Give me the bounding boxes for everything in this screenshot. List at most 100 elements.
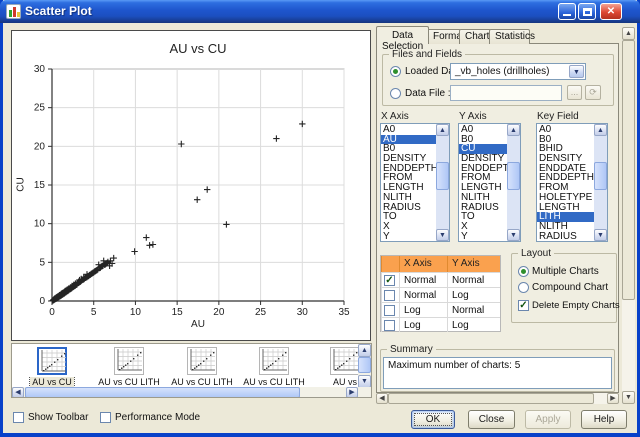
tab-page-vertical-scrollbar[interactable]: ▲ ▼ xyxy=(622,27,635,404)
chart-thumbnail-strip: AU vs CUAU vs CU LITHBasaltAU vs CU LITH… xyxy=(11,343,372,398)
scroll-up-icon[interactable]: ▲ xyxy=(594,124,607,136)
summary-text: Maximum number of charts: 5 xyxy=(388,360,520,371)
scroll-left-icon[interactable]: ◀ xyxy=(376,393,388,404)
scale-table-header-x-axis: X Axis xyxy=(399,256,447,272)
apply-button[interactable]: Apply xyxy=(525,410,571,429)
title-bar[interactable]: Scatter Plot ✕ xyxy=(0,0,640,23)
layout-legend: Layout xyxy=(518,248,554,259)
scale-row-checkbox[interactable]: ✓ xyxy=(384,275,395,286)
scale-cell-x-normal[interactable]: Normal xyxy=(399,287,447,302)
scrollbar-thumb[interactable] xyxy=(622,40,635,300)
svg-text:5: 5 xyxy=(91,307,97,318)
scroll-left-icon[interactable]: ◀ xyxy=(12,387,24,398)
help-button[interactable]: Help xyxy=(581,410,627,429)
list-item-y[interactable]: Y xyxy=(381,232,436,241)
list-item-y[interactable]: Y xyxy=(459,232,507,241)
ok-button[interactable]: OK xyxy=(411,410,455,429)
scroll-right-icon[interactable]: ▶ xyxy=(607,393,619,404)
scale-cell-x-normal[interactable]: Normal xyxy=(399,272,447,287)
svg-text:25: 25 xyxy=(34,103,46,114)
thumbnail-horizontal-scrollbar[interactable]: ◀ ▶ xyxy=(12,387,371,398)
performance-mode-checkbox[interactable] xyxy=(100,412,111,423)
refresh-icon[interactable]: ⟳ xyxy=(585,85,601,100)
compound-chart-label: Compound Chart xyxy=(532,282,608,293)
scrollbar-thumb[interactable] xyxy=(507,162,520,190)
tab-statistics[interactable]: Statistics xyxy=(489,29,530,44)
scroll-down-icon[interactable]: ▼ xyxy=(622,391,635,404)
svg-text:0: 0 xyxy=(39,296,45,307)
data-file-radio[interactable] xyxy=(390,88,401,99)
list-item-radius[interactable]: RADIUS xyxy=(537,232,594,241)
key-field-listbox[interactable]: A0B0BHIDDENSITYENDDATEENDDEPTHFROMHOLETY… xyxy=(536,123,608,242)
mini-chart-icon xyxy=(259,347,289,375)
thumbnail-vertical-scrollbar[interactable]: ▲ ▼ xyxy=(358,344,371,388)
scale-cell-x-log[interactable]: Log xyxy=(399,317,447,332)
scrollbar-thumb[interactable] xyxy=(436,162,449,190)
scale-row-checkbox[interactable] xyxy=(384,290,395,301)
scroll-down-icon[interactable]: ▼ xyxy=(507,229,520,241)
tab-page-horizontal-scrollbar[interactable]: ◀ ▶ xyxy=(376,393,619,404)
scroll-up-icon[interactable]: ▲ xyxy=(622,27,635,40)
maximize-icon[interactable] xyxy=(578,3,596,20)
multiple-charts-label: Multiple Charts xyxy=(532,266,599,277)
scale-cell-x-log[interactable]: Log xyxy=(399,302,447,317)
scroll-down-icon[interactable]: ▼ xyxy=(436,229,449,241)
scale-cell-y-log[interactable]: Log xyxy=(447,287,500,302)
scale-row-checkbox[interactable] xyxy=(384,320,395,331)
tab-charts[interactable]: Charts xyxy=(459,29,491,44)
mini-chart-icon xyxy=(187,347,217,375)
show-toolbar-checkbox[interactable] xyxy=(13,412,24,423)
minimize-icon[interactable] xyxy=(558,3,576,20)
window-title: Scatter Plot xyxy=(25,4,92,18)
svg-text:35: 35 xyxy=(338,307,350,318)
scale-cell-y-normal[interactable]: Normal xyxy=(447,272,500,287)
scrollbar-thumb[interactable] xyxy=(594,162,607,190)
svg-text:15: 15 xyxy=(34,180,46,191)
scrollbar-thumb[interactable] xyxy=(25,387,300,398)
close-button[interactable]: Close xyxy=(468,410,515,429)
chevron-down-icon[interactable]: ▼ xyxy=(569,65,584,78)
scale-table-header-y-axis: Y Axis xyxy=(447,256,500,272)
scroll-right-icon[interactable]: ▶ xyxy=(346,387,358,398)
scroll-up-icon[interactable]: ▲ xyxy=(436,124,449,136)
scroll-down-icon[interactable]: ▼ xyxy=(594,229,607,241)
scrollbar-thumb[interactable] xyxy=(388,393,594,404)
show-toolbar-label: Show Toolbar xyxy=(28,412,88,423)
scale-table-header-check xyxy=(381,256,399,272)
chart-panel: AU vs CU CU AU 0510152025303505101520253… xyxy=(11,30,371,341)
axis-scale-table: X AxisY Axis✓NormalNormalNormalLogLogNor… xyxy=(380,255,501,332)
scale-row-checkbox-cell: ✓ xyxy=(381,272,399,287)
scale-cell-y-normal[interactable]: Normal xyxy=(447,302,500,317)
loaded-data-combobox[interactable]: _vb_holes (drillholes) ▼ xyxy=(450,63,586,80)
svg-text:20: 20 xyxy=(34,141,46,152)
tab-data-selection[interactable]: Data Selection xyxy=(376,26,429,44)
summary-legend: Summary xyxy=(387,344,436,355)
y-axis-listbox[interactable]: A0B0CUDENSITYENDDEPTHFROMLENGTHNLITHRADI… xyxy=(458,123,521,242)
scrollbar-thumb[interactable] xyxy=(358,357,371,373)
scale-cell-y-log[interactable]: Log xyxy=(447,317,500,332)
close-icon[interactable]: ✕ xyxy=(600,3,622,20)
x-axis-listbox[interactable]: A0AUB0DENSITYENDDEPTHFROMLENGTHNLITHRADI… xyxy=(380,123,450,242)
browse-button[interactable]: ... xyxy=(567,85,582,100)
scroll-up-icon[interactable]: ▲ xyxy=(507,124,520,136)
list-vertical-scrollbar[interactable]: ▲▼ xyxy=(594,124,607,241)
summary-textbox[interactable]: Maximum number of charts: 5 xyxy=(383,357,612,389)
x-axis-list-label: X Axis xyxy=(381,111,409,122)
list-vertical-scrollbar[interactable]: ▲▼ xyxy=(507,124,520,241)
performance-mode-label: Performance Mode xyxy=(115,412,200,423)
svg-text:10: 10 xyxy=(130,307,142,318)
compound-chart-radio[interactable] xyxy=(518,282,529,293)
svg-text:5: 5 xyxy=(39,257,45,268)
scroll-up-icon[interactable]: ▲ xyxy=(358,344,371,357)
scale-row-checkbox-cell xyxy=(381,317,399,332)
loaded-data-radio[interactable] xyxy=(390,66,401,77)
multiple-charts-radio[interactable] xyxy=(518,266,529,277)
scale-row-checkbox-cell xyxy=(381,287,399,302)
mini-chart-icon xyxy=(114,347,144,375)
data-file-input[interactable] xyxy=(450,85,562,101)
svg-text:0: 0 xyxy=(49,307,55,318)
scale-row-checkbox[interactable] xyxy=(384,305,395,316)
list-vertical-scrollbar[interactable]: ▲▼ xyxy=(436,124,449,241)
tab-format[interactable]: Format xyxy=(427,29,461,44)
delete-empty-charts-checkbox[interactable]: ✓ xyxy=(518,300,529,311)
